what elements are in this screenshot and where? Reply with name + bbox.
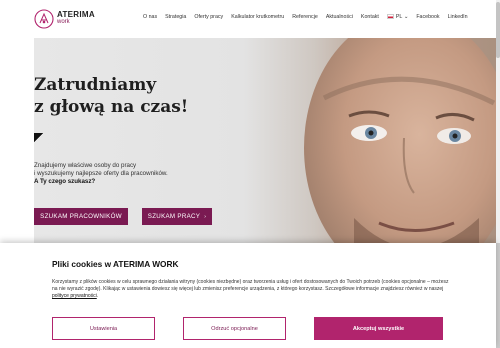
cookie-settings-button[interactable]: Ustawienia: [52, 317, 155, 340]
nav-item-oferty-pracy[interactable]: Oferty pracy: [194, 14, 223, 20]
hero-title-line-2: z głową na czas!: [34, 97, 189, 117]
nav-item-strategia[interactable]: Strategia: [165, 14, 186, 20]
cookie-banner: Pliki cookies w ATERIMA WORK Korzystamy …: [0, 243, 496, 348]
nav-item-kontakt[interactable]: Kontakt: [361, 14, 379, 20]
chevron-down-icon: ⌄: [403, 14, 409, 20]
find-employees-button[interactable]: SZUKAM PRACOWNIKÓW: [34, 208, 128, 225]
hero-desc-question: A Ty czego szukasz?: [34, 178, 96, 185]
main-nav: O nas Strategia Oferty pracy Kalkulator …: [143, 14, 468, 20]
nav-item-facebook[interactable]: Facebook: [416, 14, 439, 20]
hero-portrait-image: [304, 38, 500, 256]
hero-title: Zatrudniamy z głową na czas!: [34, 74, 188, 118]
nav-item-linkedin[interactable]: LinkedIn: [448, 14, 468, 20]
cookie-text: Korzystamy z plików cookies w celu spraw…: [52, 279, 449, 292]
hero-desc-line-1: Znajdujemy właściwe osoby do pracy: [34, 162, 137, 169]
hero-title-line-1: Zatrudniamy: [34, 75, 157, 95]
brand-sub: work: [57, 19, 70, 25]
cookie-description: Korzystamy z plików cookies w celu spraw…: [52, 279, 452, 300]
find-job-button[interactable]: SZUKAM PRACY ›: [142, 208, 212, 225]
nav-item-referencje[interactable]: Referencje: [292, 14, 318, 20]
hero-desc-line-2: i wyszukujemy najlepsze oferty dla praco…: [34, 170, 168, 177]
nav-item-aktualnosci[interactable]: Aktualności: [326, 14, 353, 20]
chevron-right-icon: ›: [204, 213, 207, 220]
arrow-corner-icon: [34, 133, 43, 142]
site-header: ATERIMA work O nas Strategia Oferty prac…: [0, 0, 500, 38]
hero-description: Znajdujemy właściwe osoby do pracy i wys…: [34, 162, 168, 186]
language-label: PL: [395, 14, 403, 20]
language-selector[interactable]: PL ⌄: [386, 14, 409, 20]
aterima-logo-icon[interactable]: [34, 9, 54, 29]
cookie-title: Pliki cookies w ATERIMA WORK: [52, 259, 179, 269]
reject-optional-button[interactable]: Odrzuć opcjonalne: [183, 317, 286, 340]
accept-all-button[interactable]: Akceptuj wszystkie: [314, 317, 443, 340]
cookie-text-end: .: [96, 293, 99, 299]
polish-flag-icon: [386, 14, 394, 20]
nav-item-kalkulator[interactable]: Kalkulator krutkometru: [231, 14, 284, 20]
privacy-policy-link[interactable]: polityce prywatności: [52, 293, 97, 299]
find-job-label: SZUKAM PRACY: [147, 213, 201, 220]
nav-item-o-nas[interactable]: O nas: [143, 14, 157, 20]
hero-section: Zatrudniamy z głową na czas! Znajdujemy …: [34, 38, 500, 256]
brand-name[interactable]: ATERIMA: [57, 10, 95, 19]
scrollbar-thumb[interactable]: [496, 2, 500, 58]
